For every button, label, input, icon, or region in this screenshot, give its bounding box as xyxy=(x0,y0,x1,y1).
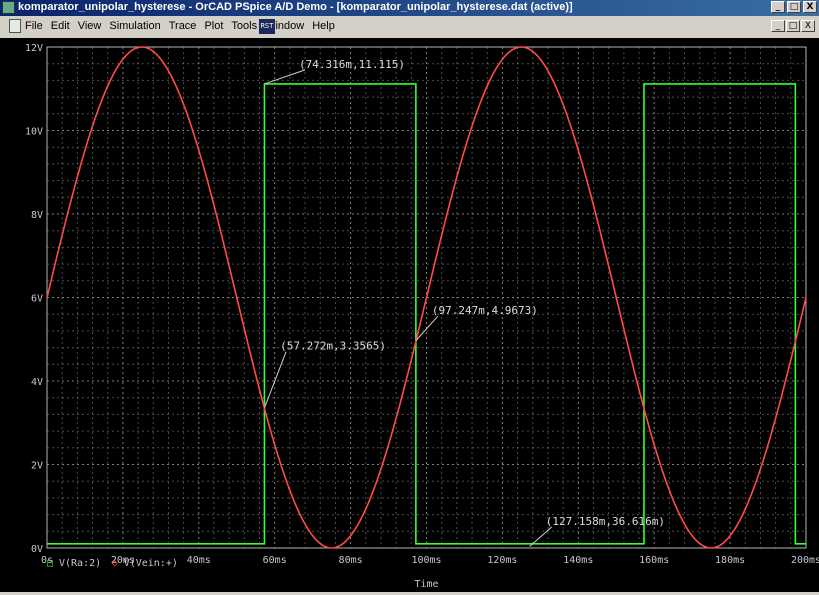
doc-restore-button[interactable]: □ xyxy=(786,20,800,32)
x-tick-label: 60ms xyxy=(263,555,287,566)
annotation-leader xyxy=(264,69,306,85)
menu-edit[interactable]: Edit xyxy=(51,20,70,32)
menu-view[interactable]: View xyxy=(78,20,102,32)
x-tick-label: 160ms xyxy=(639,555,669,566)
legend-marker: □ xyxy=(47,558,53,569)
menu-trace[interactable]: Trace xyxy=(169,20,197,32)
menu-help[interactable]: Help xyxy=(312,20,335,32)
annotation-label: (127.158m,36.616m) xyxy=(546,515,665,528)
toolbar-toggle-icon[interactable]: RST xyxy=(259,19,275,34)
annotation-label: (57.272m,3.3565) xyxy=(280,340,386,353)
document-icon[interactable] xyxy=(9,19,21,33)
x-tick-label: 200ms xyxy=(791,555,819,566)
x-tick-label: 80ms xyxy=(339,555,363,566)
maximize-button[interactable]: □ xyxy=(787,1,801,13)
annotation-label: (74.316m,11.115) xyxy=(299,58,405,71)
menu-simulation[interactable]: Simulation xyxy=(109,20,160,32)
x-axis-title: Time xyxy=(414,579,438,590)
x-tick-label: 120ms xyxy=(487,555,517,566)
plot-window[interactable]: 0s 20ms 40ms 60ms 80ms 100ms 120ms 140ms 160ms 18… xyxy=(0,38,819,595)
menu-plot[interactable]: Plot xyxy=(204,20,223,32)
x-tick-label: 100ms xyxy=(411,555,441,566)
menu-tools[interactable]: Tools xyxy=(231,20,257,32)
annotation-label: (97.247m,4.9673) xyxy=(432,304,538,317)
annotation-leader xyxy=(263,351,287,409)
close-button[interactable]: X xyxy=(803,1,817,13)
menubar: File Edit View Simulation Trace Plot Too… xyxy=(0,16,819,38)
x-tick-label: 140ms xyxy=(563,555,593,566)
y-tick-label: 10V xyxy=(25,127,43,138)
x-tick-label: 180ms xyxy=(715,555,745,566)
legend-label: V(Vein:+) xyxy=(124,558,178,569)
menu-file[interactable]: File xyxy=(25,20,43,32)
legend-marker: ◇ xyxy=(112,558,118,569)
x-tick-label: 40ms xyxy=(187,555,211,566)
y-tick-label: 8V xyxy=(31,210,43,221)
y-tick-label: 6V xyxy=(31,294,43,305)
y-tick-label: 12V xyxy=(25,43,43,54)
window-titlebar: komparator_unipolar_hysterese - OrCAD PS… xyxy=(0,0,819,16)
y-tick-label: 2V xyxy=(31,461,43,472)
y-tick-label: 0V xyxy=(31,544,43,555)
waveform-plot[interactable]: 0s 20ms 40ms 60ms 80ms 100ms 120ms 140ms 160ms 18… xyxy=(0,38,819,592)
doc-minimize-button[interactable]: _ xyxy=(771,20,785,32)
minimize-button[interactable]: _ xyxy=(771,1,785,13)
doc-close-button[interactable]: X xyxy=(801,20,815,32)
window-title: komparator_unipolar_hysterese - OrCAD PS… xyxy=(18,1,573,13)
y-tick-label: 4V xyxy=(31,377,43,388)
legend-label: V(Ra:2) xyxy=(59,558,101,569)
pspice-app-icon[interactable] xyxy=(2,1,15,14)
